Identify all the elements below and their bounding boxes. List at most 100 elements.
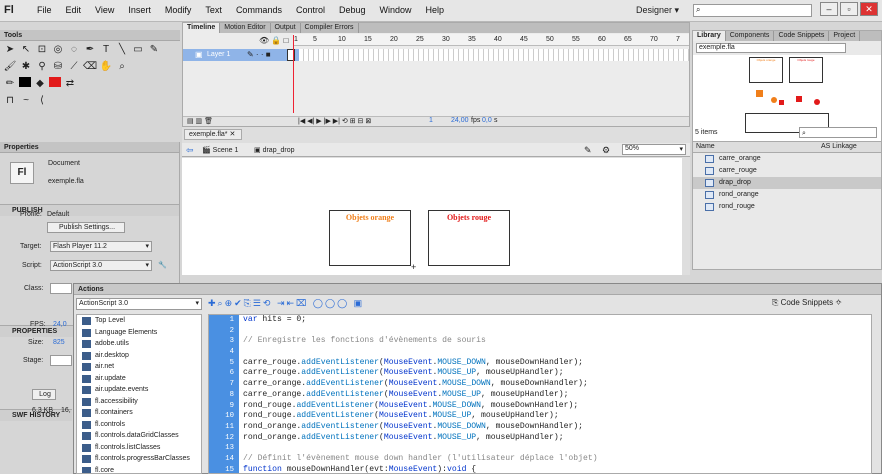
- tree-item[interactable]: air.net: [77, 361, 201, 373]
- code-line[interactable]: 9 rond_rouge.addEventListener(MouseEvent.…: [209, 401, 598, 412]
- library-item[interactable]: rond_rouge: [693, 201, 881, 213]
- wrench-icon[interactable]: 🔧: [158, 261, 167, 269]
- smooth-icon[interactable]: ~: [19, 94, 33, 107]
- hand-tool-icon[interactable]: ✋: [99, 60, 113, 73]
- transform-tool-icon[interactable]: ⊡: [35, 43, 49, 56]
- straighten-icon[interactable]: ⟨: [35, 94, 49, 107]
- stroke-color-icon[interactable]: ✏: [3, 77, 17, 90]
- maximize-button[interactable]: ▫: [840, 2, 858, 16]
- back-arrow-icon[interactable]: ⇦: [186, 145, 194, 156]
- publish-settings-button[interactable]: Publish Settings...: [47, 222, 125, 233]
- playback-controls[interactable]: |◀ ◀| ▶ |▶ ▶| ⟲ ⊞ ⊟ ⊠: [298, 117, 371, 125]
- new-layer-icon[interactable]: ▤ ▥ 🗑: [187, 117, 213, 125]
- box-objets-rouge[interactable]: Objets rouge: [428, 210, 510, 266]
- rectangle-tool-icon[interactable]: ▭: [131, 43, 145, 56]
- tab-timeline[interactable]: Timeline: [183, 23, 221, 33]
- menu-control[interactable]: Control: [289, 5, 332, 15]
- menu-window[interactable]: Window: [373, 5, 419, 15]
- tab-components[interactable]: Components: [726, 31, 775, 41]
- box-objets-orange[interactable]: Objets orange: [329, 210, 411, 266]
- minimize-button[interactable]: –: [820, 2, 838, 16]
- class-input[interactable]: [50, 283, 72, 294]
- fill-color-icon[interactable]: ◆: [33, 77, 47, 90]
- stage-color-swatch[interactable]: [50, 355, 72, 366]
- tree-item[interactable]: fl.controls: [77, 419, 201, 431]
- edit-symbols-icon[interactable]: ⚙: [602, 145, 610, 156]
- fps-value[interactable]: 24,00: [451, 117, 469, 124]
- library-item[interactable]: rond_orange: [693, 189, 881, 201]
- selection-tool-icon[interactable]: ➤: [3, 43, 17, 56]
- code-line[interactable]: 15 function mouseDownHandler(evt:MouseEve…: [209, 465, 598, 473]
- code-line[interactable]: 8 carre_orange.addEventListener(MouseEven…: [209, 390, 598, 401]
- tree-item[interactable]: fl.accessibility: [77, 396, 201, 408]
- code-line[interactable]: 14 // Définit l'évènement mouse down hand…: [209, 454, 597, 465]
- subselection-tool-icon[interactable]: ↖: [19, 43, 33, 56]
- tree-item[interactable]: adobe.utils: [77, 338, 201, 350]
- code-line[interactable]: 7 carre_orange.addEventListener(MouseEven…: [209, 379, 598, 390]
- layer-toggle-icons[interactable]: 👁 🔒 □: [259, 36, 288, 45]
- close-button[interactable]: ✕: [860, 2, 878, 16]
- text-tool-icon[interactable]: T: [99, 43, 113, 56]
- brush-tool-icon[interactable]: 🖌: [3, 60, 17, 73]
- layer-name[interactable]: Layer 1: [207, 51, 230, 58]
- tab-motion-editor[interactable]: Motion Editor: [220, 23, 271, 33]
- menu-view[interactable]: View: [88, 5, 121, 15]
- menu-file[interactable]: File: [30, 5, 59, 15]
- bone-tool-icon[interactable]: ⚲: [35, 60, 49, 73]
- zoom-select[interactable]: 50% ▾: [622, 144, 686, 155]
- code-editor[interactable]: 1 var hits = 0; 2 3 // Enregistre les foncti…: [208, 314, 872, 474]
- tab-project[interactable]: Project: [829, 31, 861, 41]
- tree-item[interactable]: Language Elements: [77, 327, 201, 339]
- workspace-switcher[interactable]: Designer ▾: [636, 5, 679, 16]
- code-line[interactable]: 3 // Enregistre les fonctions d'évènement…: [209, 336, 598, 347]
- library-item[interactable]: carre_rouge: [693, 165, 881, 177]
- zoom-tool-icon[interactable]: ⌕: [115, 60, 129, 73]
- pen-tool-icon[interactable]: ✒: [83, 43, 97, 56]
- library-search-input[interactable]: ⌕: [799, 127, 877, 138]
- code-line[interactable]: 2: [209, 326, 598, 337]
- col-name[interactable]: Name: [696, 143, 715, 150]
- tree-item[interactable]: fl.containers: [77, 407, 201, 419]
- symbol-breadcrumb[interactable]: ▣ drap_drop: [254, 146, 295, 154]
- menu-commands[interactable]: Commands: [229, 5, 289, 15]
- size-value[interactable]: 825: [53, 339, 65, 346]
- line-tool-icon[interactable]: ╲: [115, 43, 129, 56]
- tab-compiler-errors[interactable]: Compiler Errors: [301, 23, 359, 33]
- code-line[interactable]: 10 rond_rouge.addEventListener(MouseEvent…: [209, 411, 598, 422]
- code-line[interactable]: 6 carre_rouge.addEventListener(MouseEvent…: [209, 368, 598, 379]
- eraser-tool-icon[interactable]: ⌫: [83, 60, 97, 73]
- library-item[interactable]: carre_orange: [693, 153, 881, 165]
- frame-ruler[interactable]: 1 5 10 15 20 25 30 35 40 45 50 55 60 65 …: [293, 34, 689, 46]
- script-select[interactable]: ActionScript 3.0 ▾: [50, 260, 152, 271]
- code-line[interactable]: 5 carre_rouge.addEventListener(MouseEvent…: [209, 358, 598, 369]
- snap-magnet-icon[interactable]: ⊓: [3, 94, 17, 107]
- log-button[interactable]: Log: [32, 389, 56, 400]
- actions-toolbar-icons[interactable]: ✚⌕⊕✔⎘☰⟲ ⇥⇤⌧ ◯◯◯ ▣: [208, 298, 364, 308]
- frame-grid[interactable]: [299, 49, 689, 61]
- help-search-input[interactable]: ⌕: [693, 4, 812, 17]
- code-line[interactable]: 1 var hits = 0;: [209, 315, 598, 326]
- code-line[interactable]: 4: [209, 347, 598, 358]
- stage-canvas[interactable]: Objets orange Objets rouge +: [182, 158, 682, 275]
- scene-breadcrumb[interactable]: 🎬 Scene 1: [202, 146, 238, 154]
- pencil-tool-icon[interactable]: ✎: [147, 43, 161, 56]
- code-line[interactable]: 12 rond_orange.addEventListener(MouseEven…: [209, 433, 598, 444]
- tree-item[interactable]: air.desktop: [77, 350, 201, 362]
- edit-scene-icon[interactable]: ✎: [584, 145, 592, 156]
- tree-item[interactable]: fl.controls.dataGridClasses: [77, 430, 201, 442]
- fill-color-swatch[interactable]: [49, 77, 61, 87]
- stroke-color-swatch[interactable]: [19, 77, 31, 87]
- swap-colors-icon[interactable]: ⇄: [63, 77, 77, 90]
- menu-insert[interactable]: Insert: [121, 5, 158, 15]
- code-line[interactable]: 13: [209, 443, 598, 454]
- fps-value[interactable]: 24,0: [53, 321, 67, 328]
- menu-help[interactable]: Help: [419, 5, 452, 15]
- actions-script-select[interactable]: ActionScript 3.0 ▾: [76, 298, 202, 310]
- eyedropper-icon[interactable]: ⟋: [67, 60, 81, 73]
- paint-bucket-icon[interactable]: ⛁: [51, 60, 65, 73]
- menu-text[interactable]: Text: [198, 5, 229, 15]
- target-select[interactable]: Flash Player 11.2 ▾: [50, 241, 152, 252]
- tree-item[interactable]: Top Level: [77, 315, 201, 327]
- col-linkage[interactable]: AS Linkage: [821, 143, 857, 150]
- menu-debug[interactable]: Debug: [332, 5, 373, 15]
